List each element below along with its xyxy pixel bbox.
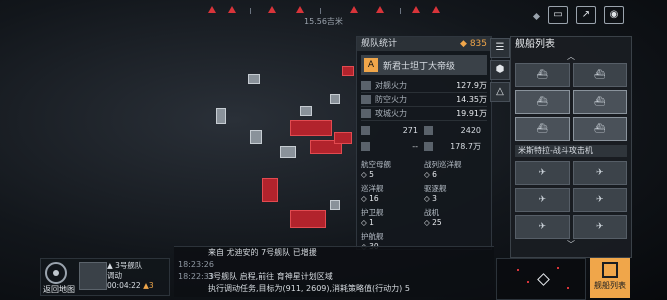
extra-stats: -- 178.7万: [361, 140, 487, 153]
fleet-card[interactable]: 返回地图 ▲ 3号舰队 调动 00:04:22 ▲3: [40, 258, 170, 296]
back-to-map-label[interactable]: 返回地图: [43, 284, 75, 295]
ship-type: 战列巡洋舰 ◇ 6: [424, 160, 462, 179]
ship-list-panel: 舰船列表 ︿ ⛴ ⛴ ⛴ ⛴ ⛴ ⛴ 米斯特拉-战斗攻击机 ✈ ✈ ✈ ✈ ✈ …: [510, 36, 632, 258]
anti-ship-icon: [361, 81, 371, 90]
share-icon[interactable]: ↗: [576, 6, 596, 24]
resource-count: ◆ 835: [460, 39, 487, 49]
ship-list-title: 舰船列表: [515, 39, 555, 50]
ship-type: 航空母舰 ◇ 5: [361, 160, 391, 179]
ship-thumbnail-grid: ⛴ ⛴ ⛴ ⛴ ⛴ ⛴: [511, 61, 631, 143]
ship-thumbnail[interactable]: ⛴: [572, 117, 627, 141]
rank-badge-icon: A: [364, 58, 378, 72]
ship-type: 巡洋舰 ◇ 16: [361, 184, 384, 203]
ship-thumbnail[interactable]: ⛴: [515, 63, 570, 87]
speed-icon: [361, 142, 370, 151]
stat-row: 防空火力 14.35万: [361, 93, 487, 107]
ship-thumbnail[interactable]: ✈: [572, 188, 627, 212]
chevron-up-icon[interactable]: ︿: [511, 53, 631, 61]
list-view-button[interactable]: ☰: [490, 38, 510, 58]
ship-thumbnail[interactable]: ⛴: [515, 90, 570, 114]
player-marker-icon: [537, 273, 550, 286]
ship-type: 护卫舰 ◇ 1: [361, 208, 384, 227]
ship-thumbnail[interactable]: ✈: [515, 161, 570, 185]
stat-row: 攻城火力 19.91万: [361, 107, 487, 121]
ship-thumbnail-grid: ✈ ✈ ✈ ✈ ✈ ✈: [511, 159, 631, 241]
ship-thumbnail[interactable]: ✈: [572, 161, 627, 185]
log-line: 18:23:26: [178, 260, 214, 269]
anti-air-icon: [361, 95, 371, 104]
ship-type: 驱逐舰 ◇ 3: [424, 184, 447, 203]
ship-thumbnail[interactable]: ⛴: [572, 90, 627, 114]
siege-icon: [361, 109, 371, 118]
cargo-icon: [424, 126, 433, 135]
ship-list-button[interactable]: 舰船列表: [590, 258, 630, 298]
minimap[interactable]: [496, 258, 586, 300]
triangle-button[interactable]: △: [490, 82, 510, 102]
ship-thumbnail[interactable]: ✈: [515, 215, 570, 239]
fleet-info: ▲ 3号舰队 调动 00:04:22 ▲3: [107, 261, 154, 290]
eye-icon[interactable]: ◉: [604, 6, 624, 24]
chevron-down-icon[interactable]: ﹀: [511, 241, 631, 249]
hp-icon: [424, 142, 433, 151]
diamond-icon: [532, 12, 541, 21]
fleet-name-bar: A 新君士坦丁大帝级: [361, 55, 487, 75]
event-log[interactable]: 来自 尤迪安的 7号舰队 已增援 18:23:26 18:22:33 3号舰队 启…: [174, 246, 494, 297]
stats-title: 舰队统计: [361, 39, 398, 49]
list-icon: [602, 262, 618, 278]
log-line: 执行调动任务,目标为(911, 2609),消耗策略值(行动力) 5: [208, 284, 410, 293]
screen-icon[interactable]: ▭: [548, 6, 568, 24]
ship-portrait: [79, 262, 107, 290]
ship-thumbnail[interactable]: ⛴: [515, 117, 570, 141]
hexagon-button[interactable]: ⬢: [490, 60, 510, 80]
extra-stats: 271 2420: [361, 124, 487, 137]
distance-readout: 15.56吉米: [304, 17, 343, 26]
ship-thumbnail[interactable]: ✈: [515, 188, 570, 212]
map-target-icon[interactable]: [45, 262, 67, 284]
stat-row: 对舰火力 127.9万: [361, 79, 487, 93]
ship-type-grid: 航空母舰 ◇ 5 战列巡洋舰 ◇ 6 巡洋舰 ◇ 16 驱逐舰 ◇ 3 护卫舰 ◇ 1 战…: [361, 159, 487, 254]
log-line: 来自 尤迪安的 7号舰队 已增援: [208, 248, 317, 257]
ship-type: 战机 ◇ 25: [424, 208, 442, 227]
fleet-stats-panel: 舰队统计 ◆ 835 A 新君士坦丁大帝级 对舰火力 127.9万 防空火力 14.…: [356, 36, 492, 251]
ship-thumbnail[interactable]: ⛴: [572, 63, 627, 87]
ship-thumbnail[interactable]: ✈: [572, 215, 627, 239]
fleet-name: 新君士坦丁大帝级: [383, 61, 456, 72]
log-line: 18:22:33 3号舰队 启程,前往 育神星计划区域: [178, 272, 333, 281]
armor-icon: [361, 126, 370, 135]
ship-group-header: 米斯特拉-战斗攻击机: [515, 145, 627, 157]
